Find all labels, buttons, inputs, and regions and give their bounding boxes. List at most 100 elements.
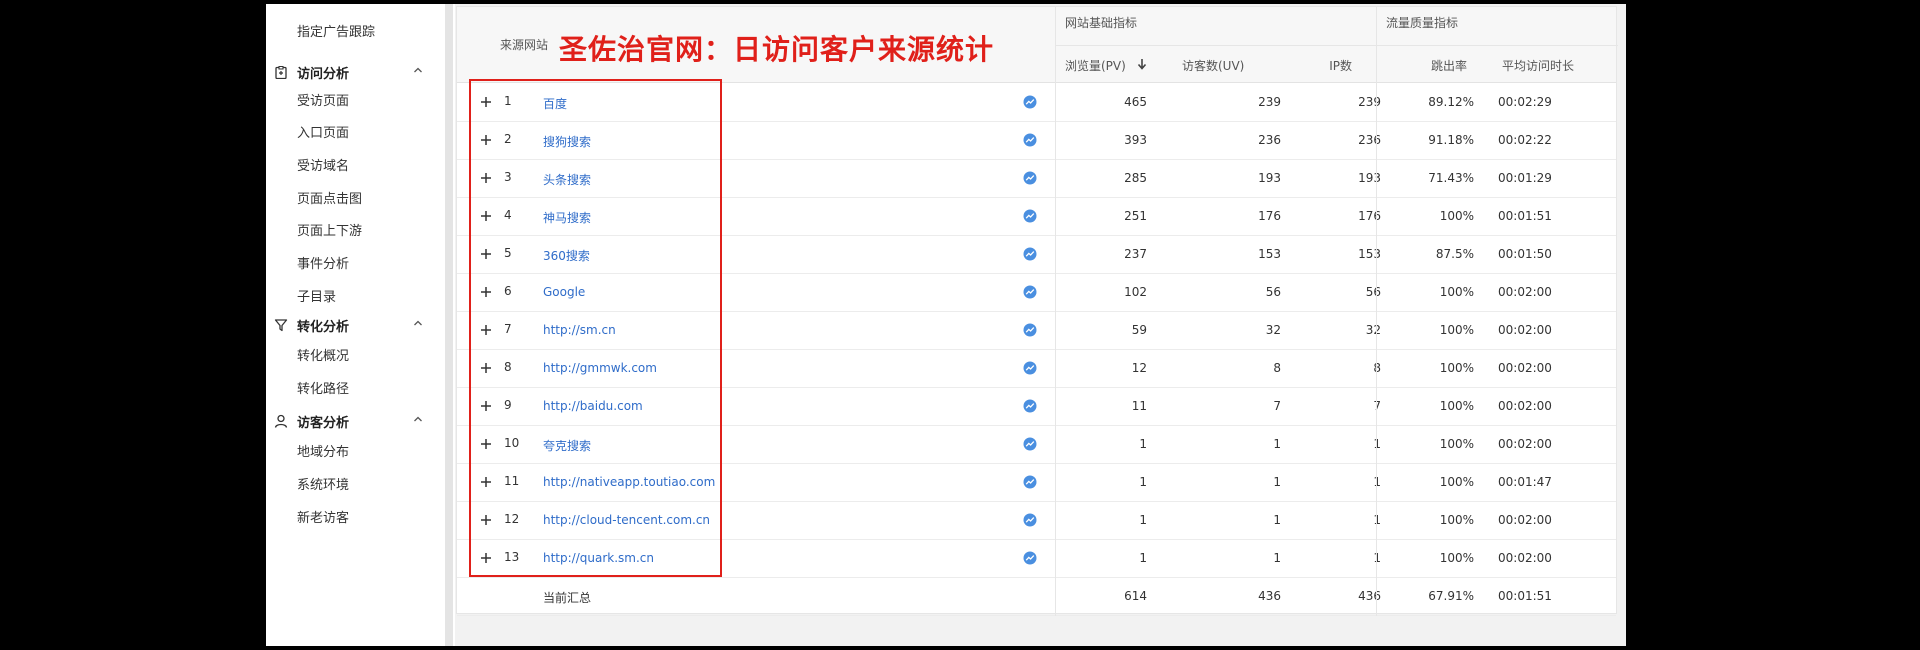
sidebar-group-0[interactable]: 访问分析	[274, 61, 434, 83]
table-row[interactable]: 6 Google 102 56 56 100% 00:02:00	[457, 274, 1616, 312]
table-row[interactable]: 12 http://cloud-tencent.com.cn 1 1 1 100% 00:0…	[457, 502, 1616, 540]
trend-chart-icon[interactable]	[1023, 551, 1037, 565]
table-row[interactable]: 4 神马搜索 251 176 176 100% 00:01:51	[457, 198, 1616, 236]
trend-chart-icon[interactable]	[1023, 95, 1037, 109]
source-link[interactable]: 头条搜索	[543, 171, 591, 188]
col-uv-header[interactable]: 访客数(UV)	[1182, 57, 1244, 74]
table-row[interactable]: 1 百度 465 239 239 89.12% 00:02:29	[457, 84, 1616, 122]
source-link[interactable]: 神马搜索	[543, 209, 591, 226]
trend-chart-icon[interactable]	[1023, 323, 1037, 337]
sidebar-item[interactable]: 转化路径	[297, 380, 349, 400]
col-bounce-header[interactable]: 跳出率	[1431, 57, 1467, 74]
trend-chart-icon[interactable]	[1023, 209, 1037, 223]
table-row[interactable]: 10 夸克搜索 1 1 1 100% 00:02:00	[457, 426, 1616, 464]
expand-plus-icon[interactable]	[479, 399, 493, 413]
trend-chart-icon[interactable]	[1023, 513, 1037, 527]
chevron-up-icon[interactable]	[412, 413, 424, 425]
trend-chart-icon[interactable]	[1023, 133, 1037, 147]
chevron-up-icon[interactable]	[412, 317, 424, 329]
sort-desc-icon[interactable]	[1137, 58, 1147, 70]
table-row[interactable]: 3 头条搜索 285 193 193 71.43% 00:01:29	[457, 160, 1616, 198]
bounce-value: 100%	[1439, 361, 1474, 375]
source-link[interactable]: 夸克搜索	[543, 437, 591, 454]
group-quality-header: 流量质量指标	[1386, 16, 1459, 30]
expand-plus-icon[interactable]	[479, 247, 493, 261]
sidebar-group-label: 访客分析	[297, 415, 350, 431]
column-divider	[1055, 83, 1056, 616]
ip-value: 32	[1365, 323, 1381, 337]
table-row[interactable]: 13 http://quark.sm.cn 1 1 1 100% 00:02:00	[457, 540, 1616, 578]
sidebar-item[interactable]: 子目录	[297, 288, 336, 308]
source-link[interactable]: http://baidu.com	[543, 399, 643, 413]
expand-plus-icon[interactable]	[479, 133, 493, 147]
clipboard-icon	[275, 65, 287, 79]
chevron-up-icon[interactable]	[412, 64, 424, 76]
sidebar-group-1[interactable]: 转化分析	[274, 314, 434, 336]
trend-chart-icon[interactable]	[1023, 361, 1037, 375]
ip-value: 1	[1373, 437, 1381, 451]
source-link[interactable]: http://quark.sm.cn	[543, 551, 654, 565]
expand-plus-icon[interactable]	[479, 551, 493, 565]
sidebar-item[interactable]: 受访域名	[297, 157, 349, 177]
trend-chart-icon[interactable]	[1023, 171, 1037, 185]
sidebar-item[interactable]: 页面上下游	[297, 222, 362, 242]
source-link[interactable]: Google	[543, 285, 585, 299]
sidebar-item[interactable]: 地域分布	[297, 443, 349, 463]
source-link[interactable]: 搜狗搜索	[543, 133, 591, 150]
avgtime-value: 00:01:50	[1498, 247, 1552, 261]
bounce-value: 89.12%	[1428, 95, 1474, 109]
sidebar-item[interactable]: 新老访客	[297, 509, 349, 529]
header-subdivider	[1055, 45, 1618, 46]
sidebar-item[interactable]: 事件分析	[297, 255, 349, 275]
pv-value: 59	[1131, 323, 1147, 337]
expand-plus-icon[interactable]	[479, 323, 493, 337]
title-overlay: 圣佐治官网：日访问客户来源统计	[559, 33, 995, 66]
uv-value: 1	[1273, 551, 1281, 565]
pv-value: 465	[1124, 95, 1147, 109]
bounce-value: 100%	[1439, 437, 1474, 451]
table-row[interactable]: 11 http://nativeapp.toutiao.com 1 1 1 100% 00:…	[457, 464, 1616, 502]
sidebar-item-ad-tracking[interactable]: 指定广告跟踪	[297, 23, 375, 43]
table-row[interactable]: 2 搜狗搜索 393 236 236 91.18% 00:02:22	[457, 122, 1616, 160]
source-link[interactable]: 百度	[543, 95, 567, 112]
expand-plus-icon[interactable]	[479, 437, 493, 451]
sidebar-item[interactable]: 入口页面	[297, 124, 349, 144]
sidebar-item[interactable]: 转化概况	[297, 347, 349, 367]
trend-chart-icon[interactable]	[1023, 285, 1037, 299]
pv-value: 12	[1131, 361, 1147, 375]
sidebar-item[interactable]: 受访页面	[297, 92, 349, 112]
source-link[interactable]: http://cloud-tencent.com.cn	[543, 513, 710, 527]
sidebar-item[interactable]: 页面点击图	[297, 190, 362, 210]
sidebar-scrollbar[interactable]	[445, 4, 453, 646]
expand-plus-icon[interactable]	[479, 475, 493, 489]
source-link[interactable]: http://nativeapp.toutiao.com	[543, 475, 715, 489]
source-link[interactable]: http://gmmwk.com	[543, 361, 657, 375]
sidebar-group-2[interactable]: 访客分析	[274, 410, 434, 432]
trend-chart-icon[interactable]	[1023, 399, 1037, 413]
source-link[interactable]: http://sm.cn	[543, 323, 616, 337]
ip-value: 1	[1373, 551, 1381, 565]
ip-value: 193	[1358, 171, 1381, 185]
table-row[interactable]: 8 http://gmmwk.com 12 8 8 100% 00:02:00	[457, 350, 1616, 388]
ip-value: 153	[1358, 247, 1381, 261]
source-link[interactable]: 360搜索	[543, 247, 590, 264]
trend-chart-icon[interactable]	[1023, 437, 1037, 451]
row-index: 13	[504, 550, 520, 564]
expand-plus-icon[interactable]	[479, 209, 493, 223]
expand-plus-icon[interactable]	[479, 361, 493, 375]
col-ip-header[interactable]: IP数	[1329, 57, 1352, 74]
expand-plus-icon[interactable]	[479, 95, 493, 109]
col-avgtime-header[interactable]: 平均访问时长	[1502, 57, 1574, 74]
expand-plus-icon[interactable]	[479, 285, 493, 299]
col-source-header: 来源网站	[500, 38, 549, 52]
table-row[interactable]: 5 360搜索 237 153 153 87.5% 00:01:50	[457, 236, 1616, 274]
sidebar-item[interactable]: 系统环境	[297, 476, 349, 496]
source-table: 来源网站 网站基础指标 流量质量指标 浏览量(PV) 访客数(UV) IP数 跳…	[456, 6, 1618, 616]
trend-chart-icon[interactable]	[1023, 475, 1037, 489]
table-row[interactable]: 9 http://baidu.com 11 7 7 100% 00:02:00	[457, 388, 1616, 426]
table-row[interactable]: 7 http://sm.cn 59 32 32 100% 00:02:00	[457, 312, 1616, 350]
trend-chart-icon[interactable]	[1023, 247, 1037, 261]
expand-plus-icon[interactable]	[479, 171, 493, 185]
col-pv-header[interactable]: 浏览量(PV)	[1065, 57, 1126, 74]
expand-plus-icon[interactable]	[479, 513, 493, 527]
